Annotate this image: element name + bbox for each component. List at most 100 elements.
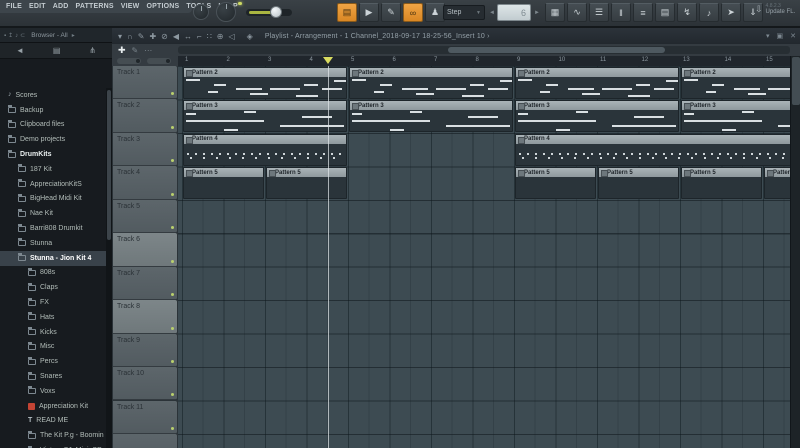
performance-mode-icon[interactable]: ➤ bbox=[721, 3, 741, 22]
tree-item[interactable]: AppreciationKitS bbox=[0, 177, 106, 192]
paint-tool-icon[interactable]: ✚ bbox=[149, 32, 156, 41]
tree-item[interactable]: Percs bbox=[0, 354, 106, 369]
pattern-clip[interactable]: Pattern 2 bbox=[183, 67, 347, 99]
track-enable-led-icon[interactable] bbox=[171, 159, 174, 162]
track-enable-led-icon[interactable] bbox=[171, 260, 174, 263]
playlist-titlebar[interactable]: ▾∩✎✚⊘◀↔⌐∷⊕◁ ◈ Playlist - Arrangement - 1… bbox=[112, 28, 800, 44]
track-header[interactable]: Track 11 bbox=[113, 401, 177, 434]
pattern-clip[interactable]: Pattern 4 bbox=[183, 134, 347, 166]
tree-item[interactable]: BigHead Midi Kit bbox=[0, 192, 106, 207]
pattern-clip[interactable]: Pattern 2 bbox=[515, 67, 679, 99]
tree-item[interactable]: Voxs bbox=[0, 384, 106, 399]
volume-handle[interactable] bbox=[270, 6, 282, 18]
track-header[interactable]: Track 7 bbox=[113, 267, 177, 300]
track-header[interactable]: Track 9 bbox=[113, 334, 177, 367]
pattern-clip[interactable]: Pattern 5 bbox=[681, 167, 762, 199]
tree-item[interactable]: FX bbox=[0, 295, 106, 310]
mixer-icon[interactable]: ‖ bbox=[611, 3, 631, 22]
track-mode-pill[interactable] bbox=[147, 58, 171, 64]
browser-toggle-icon[interactable]: ♪ bbox=[699, 3, 719, 22]
pattern-clip[interactable]: Pattern 4 bbox=[515, 134, 790, 166]
tree-item[interactable]: 808s bbox=[0, 266, 106, 281]
add-pattern-icon[interactable]: ✚ bbox=[118, 45, 126, 56]
track-header[interactable]: Track 5 bbox=[113, 200, 177, 233]
plugin-tab-icon[interactable]: ⋔ bbox=[89, 46, 96, 55]
track-enable-led-icon[interactable] bbox=[171, 193, 174, 196]
track-header[interactable]: Track 8 bbox=[113, 300, 177, 333]
vscroll-handle[interactable] bbox=[792, 57, 800, 105]
track-header[interactable]: Track 6 bbox=[113, 233, 177, 266]
master-volume-slider[interactable] bbox=[246, 9, 292, 16]
menu-item-view[interactable]: VIEW bbox=[121, 3, 140, 10]
pattern-song-toggle-button[interactable]: ▤ bbox=[337, 3, 357, 22]
menu-item-patterns[interactable]: PATTERNS bbox=[75, 3, 113, 10]
horizontal-scrollbar[interactable] bbox=[178, 46, 790, 54]
track-enable-led-icon[interactable] bbox=[171, 226, 174, 229]
playback-tool-icon[interactable]: ◁ bbox=[229, 32, 235, 41]
pattern-clip[interactable]: Pattern 5 bbox=[515, 167, 596, 199]
track-header[interactable]: Track 2 bbox=[113, 99, 177, 132]
master-tempo-knob[interactable] bbox=[216, 2, 236, 22]
play-button[interactable]: ▶ bbox=[359, 3, 379, 22]
draw-icon[interactable]: ✎ bbox=[132, 46, 139, 55]
menu-item-file[interactable]: FILE bbox=[6, 3, 22, 10]
metronome-icon[interactable]: ▦ bbox=[545, 3, 565, 22]
snippet-icon[interactable]: ♪ bbox=[15, 33, 18, 39]
track-header[interactable]: Track 4 bbox=[113, 166, 177, 199]
track-header[interactable]: Track 10 bbox=[113, 367, 177, 400]
tree-item[interactable]: Demo projects bbox=[0, 132, 106, 147]
track-enable-led-icon[interactable] bbox=[171, 427, 174, 430]
tree-item[interactable]: Clipboard files bbox=[0, 118, 106, 133]
pattern-clip[interactable]: Pattern 2 bbox=[681, 67, 790, 99]
playlist-grid[interactable]: Pattern 2Pattern 2Pattern 2Pattern 2Patt… bbox=[178, 66, 790, 448]
pattern-clip[interactable]: Pattern 5 bbox=[764, 167, 790, 199]
track-enable-led-icon[interactable] bbox=[171, 126, 174, 129]
tree-item[interactable]: Kicks bbox=[0, 325, 106, 340]
record-button[interactable]: ✎ bbox=[381, 3, 401, 22]
menu-item-add[interactable]: ADD bbox=[53, 3, 69, 10]
main-pitch-knob[interactable] bbox=[193, 4, 209, 20]
track-enable-led-icon[interactable] bbox=[171, 393, 174, 396]
piano-roll-icon[interactable]: ▤ bbox=[655, 3, 675, 22]
select-tool-icon[interactable]: ∷ bbox=[207, 32, 212, 41]
vertical-scrollbar[interactable] bbox=[790, 56, 800, 448]
tree-item[interactable]: Claps bbox=[0, 280, 106, 295]
tree-item[interactable]: Appreciation Kit bbox=[0, 399, 106, 414]
pattern-picker-pill[interactable] bbox=[117, 58, 141, 64]
track-enable-led-icon[interactable] bbox=[171, 92, 174, 95]
pattern-clip[interactable]: Pattern 3 bbox=[515, 100, 679, 132]
zoom-tool-icon[interactable]: ⊕ bbox=[217, 32, 224, 41]
snap-selector[interactable]: Step ▼ bbox=[443, 5, 485, 20]
track-header[interactable]: Track 3 bbox=[113, 133, 177, 166]
collapse-icon[interactable]: ▪ bbox=[4, 33, 6, 39]
magnet-icon[interactable]: ∩ bbox=[127, 32, 133, 41]
more-icon[interactable]: ⋯ bbox=[144, 46, 152, 55]
pin-icon[interactable]: ↥ bbox=[8, 33, 13, 39]
tree-item[interactable]: 187 Kit bbox=[0, 162, 106, 177]
loop-record-button[interactable]: ∞ bbox=[403, 3, 423, 22]
tree-item[interactable]: Nae Kit bbox=[0, 206, 106, 221]
playhead-marker[interactable] bbox=[323, 57, 333, 64]
tree-item[interactable]: Stunna bbox=[0, 236, 106, 251]
track-header[interactable] bbox=[113, 434, 177, 448]
tree-item[interactable]: VintageSJ_Mini_SP bbox=[0, 443, 106, 448]
track-header[interactable]: Track 1 bbox=[113, 66, 177, 99]
pattern-clip[interactable]: Pattern 5 bbox=[266, 167, 347, 199]
pattern-prev-button[interactable]: ◄ bbox=[488, 5, 496, 20]
refresh-icon[interactable]: ⊂ bbox=[20, 33, 25, 39]
update-area[interactable]: ⇩ 4.8.2.3 Update FL. bbox=[755, 3, 795, 16]
pattern-number-display[interactable]: 6 bbox=[497, 4, 531, 21]
tree-item[interactable]: Misc bbox=[0, 340, 106, 355]
pattern-clip[interactable]: Pattern 3 bbox=[349, 100, 513, 132]
playlist-icon[interactable]: ≡ bbox=[633, 3, 653, 22]
track-enable-led-icon[interactable] bbox=[171, 360, 174, 363]
browser-title[interactable]: Browser - All bbox=[31, 32, 67, 39]
pattern-clip[interactable]: Pattern 2 bbox=[349, 67, 513, 99]
menu-item-edit[interactable]: EDIT bbox=[29, 3, 46, 10]
step-edit-button[interactable]: ♟ bbox=[425, 3, 445, 22]
delete-tool-icon[interactable]: ⊘ bbox=[161, 32, 168, 41]
channel-rack-icon[interactable]: ☰ bbox=[589, 3, 609, 22]
pattern-clip[interactable]: Pattern 5 bbox=[183, 167, 264, 199]
pattern-clip[interactable]: Pattern 3 bbox=[183, 100, 347, 132]
tree-item[interactable]: TREAD ME bbox=[0, 414, 106, 429]
